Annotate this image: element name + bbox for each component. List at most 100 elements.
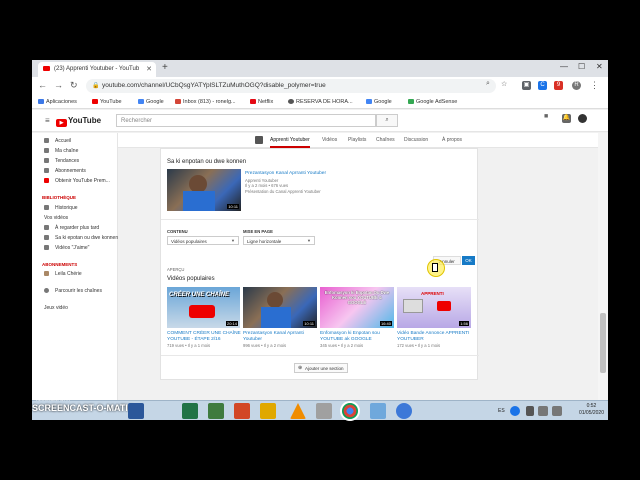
chevron-down-icon: ▼ [307, 238, 311, 243]
bookmark-item[interactable]: Google AdSense [408, 99, 457, 105]
profile-avatar[interactable]: R [572, 81, 581, 90]
video-meta: 996 vues • Il y a 2 mois [243, 343, 287, 348]
sidebar-item-premium[interactable]: Obtenir YouTube Prem... [32, 177, 118, 187]
app-icon[interactable] [260, 403, 276, 419]
sidebar-item-liked-videos[interactable]: Vidéos "J'aime" [32, 244, 118, 254]
excel-icon[interactable] [182, 403, 198, 419]
video-description: Présentation du Canal Apprenti Youtuber [245, 189, 321, 194]
volume-icon[interactable] [552, 406, 562, 416]
app-icon[interactable] [396, 403, 412, 419]
user-icon [44, 148, 49, 153]
tab-discussion[interactable]: Discussion [404, 137, 428, 143]
close-tab-icon[interactable]: ✕ [146, 65, 152, 73]
upload-video-icon[interactable]: ■ [544, 113, 548, 120]
bookmark-item[interactable]: Google [366, 99, 392, 105]
youtube-logo-icon [437, 301, 451, 311]
recorded-with-label: RECORDED WITH [36, 397, 71, 402]
bookmark-star-icon[interactable]: ☆ [501, 80, 507, 88]
sidebar-item-home[interactable]: Accueil [32, 137, 118, 147]
video-title-link[interactable]: Enfomasyon ki Enpotan sou YOUTUBE ak GOO… [320, 331, 394, 343]
browser-tab[interactable]: (23) Apprenti Youtuber - YouTub ✕ [38, 62, 156, 77]
language-indicator[interactable]: ES [498, 408, 505, 414]
mouse-cursor-highlight [427, 259, 445, 277]
bookmark-item[interactable]: Google [138, 99, 164, 105]
folder-icon[interactable] [316, 403, 332, 419]
vlc-icon[interactable] [290, 403, 306, 419]
close-window-icon[interactable]: ✕ [596, 62, 603, 71]
bookmark-item[interactable]: Inbox (813) - ronelg... [175, 99, 236, 105]
video-thumbnail[interactable]: CRÉER UNE CHAÎNE 20:14 [167, 287, 240, 328]
search-input[interactable]: Rechercher [116, 114, 376, 127]
video-title-link[interactable]: COMMENT CRÉER UNE CHAÎNE YOUTUBE - ÉTAPE… [167, 331, 241, 343]
word-icon[interactable] [128, 403, 144, 419]
add-section-button[interactable]: ⊕ Ajouter une section [294, 363, 348, 373]
sidebar-item-gaming[interactable]: Jeux vidéo [44, 305, 68, 311]
sidebar-item-trending[interactable]: Tendances [32, 157, 118, 167]
notifications-icon[interactable]: 🔔 [562, 114, 571, 123]
sidebar-item-subscription[interactable]: Leila Chérie [32, 270, 118, 280]
video-thumbnail[interactable]: Enfomasyon ki Enpotan Ou Dwe Konnen sou … [320, 287, 394, 328]
bookmark-item[interactable]: Aplicaciones [38, 99, 77, 105]
sidebar-item-subscriptions[interactable]: Abonnements [32, 167, 118, 177]
video-title-link[interactable]: Prezantasyon Kanal Aprranti Youtuber [245, 171, 355, 177]
minimize-icon[interactable]: — [560, 62, 568, 71]
maximize-icon[interactable]: ☐ [578, 62, 585, 71]
clock[interactable]: 0:52 01/05/2020 [579, 403, 604, 417]
account-avatar[interactable] [578, 114, 587, 123]
tab-playlists[interactable]: Playlists [348, 137, 366, 143]
channel-nav: Apprenti Youtuber Vidéos Playlists Chaîn… [118, 133, 608, 148]
search-button[interactable]: ⌕ [376, 114, 398, 127]
video-thumbnail[interactable]: APPRENTI 1:56 [397, 287, 471, 328]
menu-icon[interactable]: ⋮ [590, 80, 599, 91]
video-meta: 719 vues • Il y a 1 mois [167, 343, 211, 348]
notification-badge[interactable]: 9 [554, 81, 563, 90]
scrollbar-thumb[interactable] [600, 313, 606, 373]
laptop-icon [403, 299, 423, 313]
sidebar-item-history[interactable]: Historique [32, 204, 118, 214]
scrollbar[interactable] [598, 133, 608, 420]
video-thumbnail[interactable]: 10:11 [243, 287, 317, 328]
network-icon[interactable] [538, 406, 548, 416]
sidebar-item-browse-channels[interactable]: Parcourir les chaînes [32, 287, 118, 297]
forward-icon[interactable]: → [54, 80, 63, 90]
person-head [267, 292, 283, 308]
new-tab-button[interactable]: + [162, 62, 168, 73]
divider [161, 219, 479, 220]
sidebar-item-your-videos[interactable]: Vos vidéos [44, 215, 68, 221]
tab-videos[interactable]: Vidéos [322, 137, 337, 143]
tab-about[interactable]: À propos [442, 137, 462, 143]
flag-icon[interactable] [526, 406, 534, 416]
bookmark-item[interactable]: YouTube [92, 99, 122, 105]
ok-button[interactable]: OK [462, 256, 475, 265]
tab-home[interactable]: Apprenti Youtuber [270, 137, 310, 148]
sidebar-item-playlist[interactable]: Sa ki epotan ou dwe konnen [32, 234, 118, 244]
bookmark-item[interactable]: RESERVA DE HORA... [288, 99, 353, 105]
app-icon[interactable] [208, 403, 224, 419]
extension-icon[interactable]: C [538, 81, 547, 90]
hamburger-menu-icon[interactable]: ≡ [45, 116, 50, 125]
layout-select[interactable]: Ligne horizontale ▼ [243, 236, 315, 245]
chrome-icon[interactable] [342, 403, 358, 419]
tab-channels[interactable]: Chaînes [376, 137, 395, 143]
windows-taskbar: RECORDED WITH SCREENCAST-O-MATIC ES 0:52… [32, 397, 608, 420]
youtube-premium-icon [44, 178, 49, 183]
powerpoint-icon[interactable] [234, 403, 250, 419]
help-icon[interactable] [510, 406, 520, 416]
extension-icon[interactable]: ▣ [522, 81, 531, 90]
video-thumbnail[interactable]: 10:11 [167, 169, 241, 211]
video-title-link[interactable]: Vidéo Bande Annonce APPRENTI YOUTUBER [397, 331, 471, 343]
bookmark-item[interactable]: Netflix [250, 99, 273, 105]
app-icon[interactable] [370, 403, 386, 419]
sidebar-item-my-channel[interactable]: Ma chaîne [32, 147, 118, 157]
lock-icon: 🔒 [92, 83, 100, 89]
plus-icon: ⊕ [298, 365, 303, 371]
video-title-link[interactable]: Prezantasyon Kanal Aprranti Youtuber [243, 331, 317, 343]
search-icon[interactable]: ⌕ [486, 80, 490, 88]
address-bar[interactable]: 🔒 youtube.com/channel/UCbQsgYATYplSLTZuM… [86, 79, 496, 93]
reload-icon[interactable]: ↻ [70, 80, 78, 91]
content-select[interactable]: Vidéos populaires ▼ [167, 236, 239, 245]
youtube-logo[interactable]: ▶ YouTube [56, 116, 101, 127]
sidebar-item-watch-later[interactable]: À regarder plus tard [32, 224, 118, 234]
channel-avatar [44, 271, 49, 276]
back-icon[interactable]: ← [38, 80, 47, 90]
